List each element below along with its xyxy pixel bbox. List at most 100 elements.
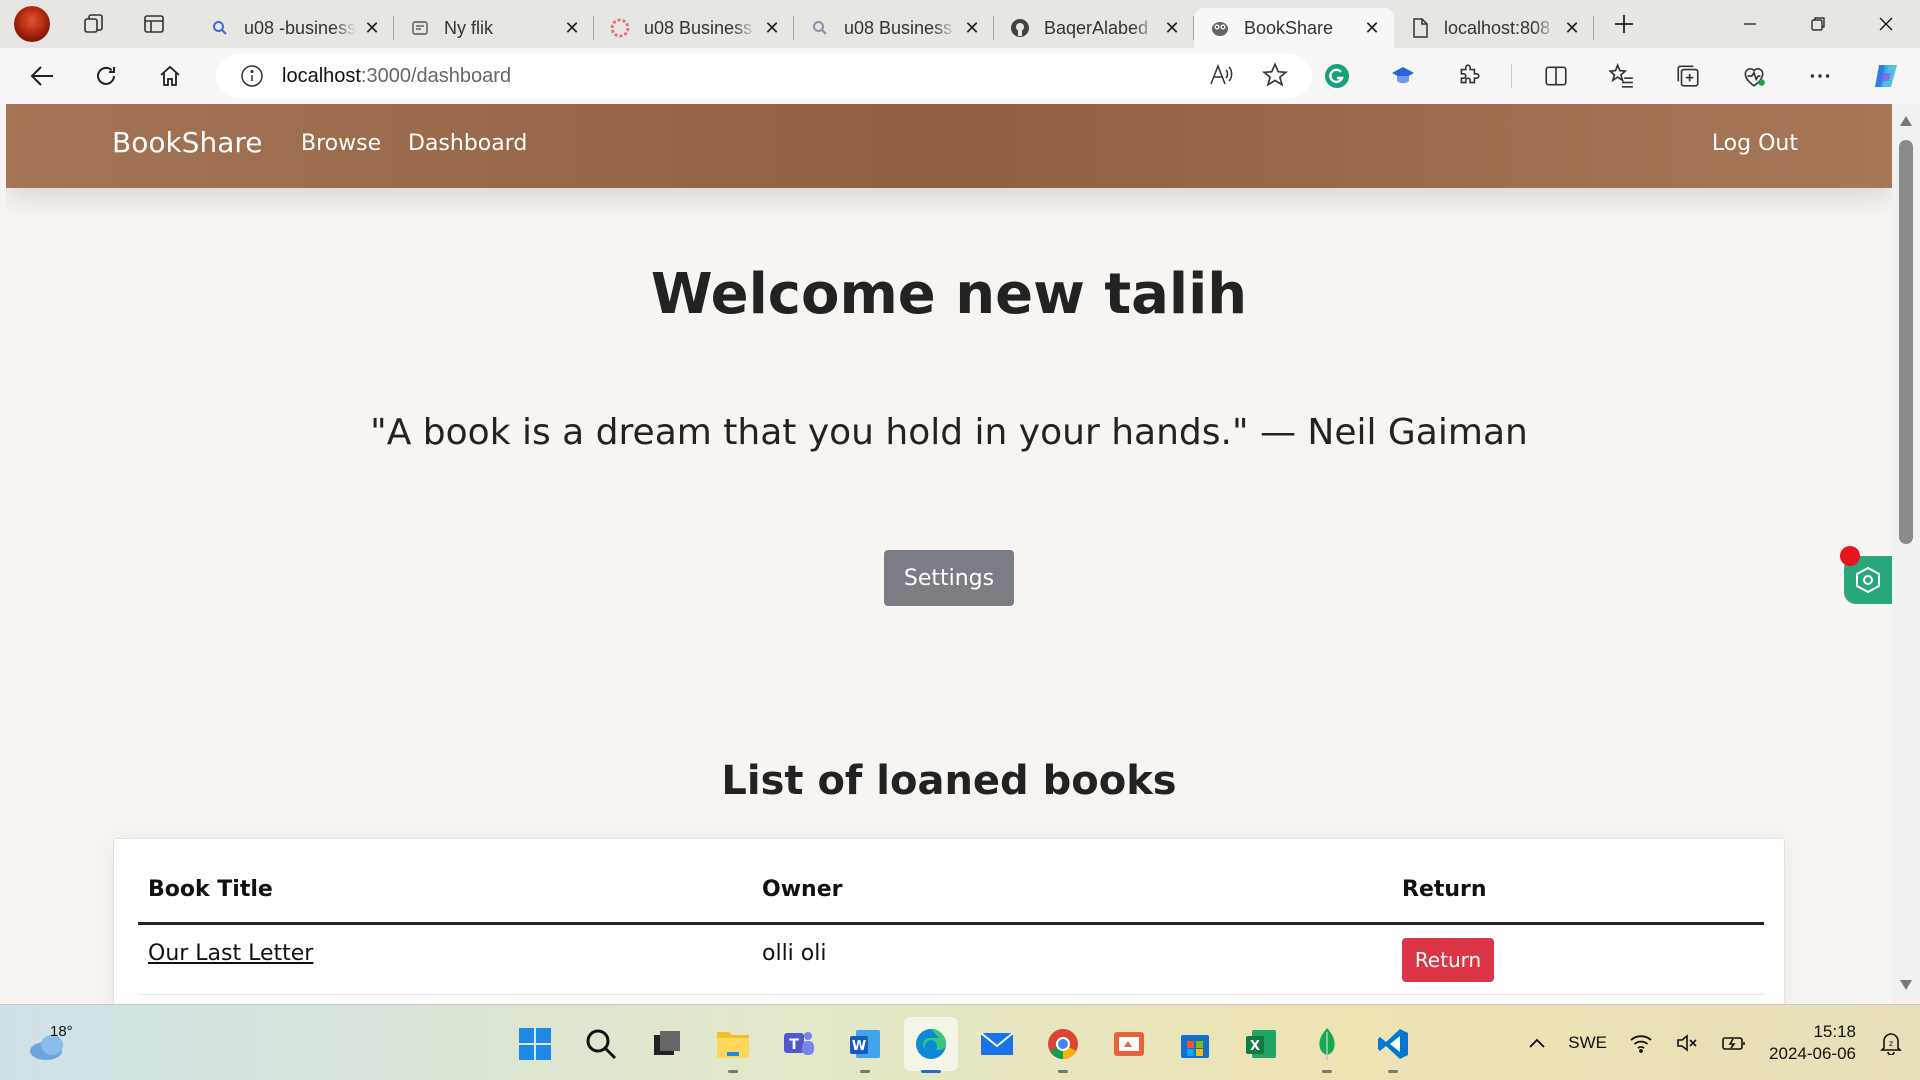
- svg-text:z: z: [1889, 1039, 1893, 1048]
- close-icon[interactable]: ✕: [1362, 18, 1382, 38]
- browser-tab-bar: u08 -business ✕ Ny flik ✕ u08 Business ✕…: [0, 0, 1920, 48]
- file-explorer-icon[interactable]: [706, 1017, 760, 1073]
- scroll-down-arrow-icon[interactable]: [1900, 980, 1912, 990]
- url-host: localhost: [282, 64, 361, 87]
- graduation-cap-icon[interactable]: [1381, 54, 1425, 98]
- mongodb-leaf-icon[interactable]: [1300, 1017, 1354, 1073]
- wifi-icon[interactable]: [1629, 1033, 1653, 1053]
- grammarly-icon[interactable]: [1315, 54, 1359, 98]
- word-icon[interactable]: W: [838, 1017, 892, 1073]
- mail-icon[interactable]: [970, 1017, 1024, 1071]
- notification-dot: [1840, 546, 1860, 566]
- collections-icon[interactable]: [1666, 54, 1710, 98]
- table-header: Book Title Owner Return: [138, 839, 1764, 925]
- close-icon[interactable]: ✕: [1562, 18, 1582, 38]
- input-language[interactable]: SWE: [1568, 1033, 1607, 1053]
- battery-charging-icon[interactable]: [1721, 1034, 1747, 1052]
- scrollbar-thumb[interactable]: [1899, 140, 1913, 544]
- site-header: BookShare Browse Dashboard Log Out: [6, 104, 1892, 188]
- search-icon: [810, 18, 830, 38]
- browser-tab-active[interactable]: BookShare ✕: [1194, 8, 1394, 48]
- close-icon[interactable]: ✕: [362, 18, 382, 38]
- chrome-icon[interactable]: [1036, 1017, 1090, 1073]
- profile-avatar[interactable]: [14, 6, 50, 42]
- new-tab-plus-icon[interactable]: [1604, 4, 1644, 44]
- floating-extension-widget[interactable]: [1840, 546, 1892, 604]
- back-arrow-icon[interactable]: [20, 54, 64, 98]
- notification-bell-icon[interactable]: z: [1880, 1031, 1902, 1055]
- extensions-puzzle-icon[interactable]: [1447, 54, 1491, 98]
- task-view-icon[interactable]: [640, 1017, 694, 1071]
- return-button[interactable]: Return: [1402, 938, 1494, 982]
- info-icon[interactable]: [240, 64, 264, 88]
- gear-logo-icon: [610, 18, 630, 38]
- column-header-return: Return: [1402, 877, 1487, 902]
- microsoft-store-icon[interactable]: [1168, 1017, 1222, 1071]
- browser-tab[interactable]: u08 -business ✕: [194, 8, 394, 48]
- page-viewport: BookShare Browse Dashboard Log Out Welco…: [6, 104, 1892, 1004]
- hexagon-icon: [1856, 566, 1880, 594]
- column-header-book-title: Book Title: [148, 877, 273, 902]
- copilot-icon[interactable]: [1864, 54, 1908, 98]
- clock-time: 15:18: [1813, 1022, 1856, 1041]
- new-tab-page-icon: [410, 18, 430, 38]
- browser-essentials-icon[interactable]: [1732, 54, 1776, 98]
- close-icon[interactable]: ✕: [762, 18, 782, 38]
- taskbar-apps: T W X: [508, 1017, 1432, 1073]
- close-icon[interactable]: ✕: [562, 18, 582, 38]
- search-icon[interactable]: [574, 1017, 628, 1071]
- document-icon: [1410, 18, 1430, 38]
- tab-title: u08 -business: [244, 17, 356, 38]
- page-scrollbar[interactable]: [1892, 104, 1920, 1004]
- scroll-up-arrow-icon[interactable]: [1900, 116, 1912, 126]
- home-icon[interactable]: [148, 54, 192, 98]
- vscode-icon[interactable]: [1366, 1017, 1420, 1073]
- favorite-star-icon[interactable]: [1262, 62, 1288, 93]
- browser-tab[interactable]: BaqerAlabed ✕: [994, 8, 1194, 48]
- loaned-books-table: Book Title Owner Return Our Last Letter …: [113, 838, 1785, 1004]
- svg-text:X: X: [1250, 1039, 1260, 1054]
- more-options-icon[interactable]: [1798, 54, 1842, 98]
- refresh-icon[interactable]: [84, 54, 128, 98]
- workspaces-icon[interactable]: [74, 4, 114, 44]
- window-close-icon[interactable]: [1852, 0, 1920, 48]
- read-aloud-icon[interactable]: [1208, 62, 1234, 93]
- nav-link-dashboard[interactable]: Dashboard: [408, 131, 527, 156]
- show-hidden-icons-chevron-icon[interactable]: [1528, 1037, 1546, 1049]
- url-path: :3000/dashboard: [360, 64, 512, 87]
- browser-tab[interactable]: u08 Business ✕: [794, 8, 994, 48]
- excel-icon[interactable]: X: [1234, 1017, 1288, 1071]
- address-bar[interactable]: localhost:3000/dashboard: [216, 54, 1312, 98]
- quote-text: "A book is a dream that you hold in your…: [370, 412, 1528, 453]
- nav-link-browse[interactable]: Browse: [301, 131, 381, 156]
- presentation-app-icon[interactable]: [1102, 1017, 1156, 1071]
- browser-tab[interactable]: u08 Business ✕: [594, 8, 794, 48]
- windows-start-icon[interactable]: [508, 1017, 562, 1071]
- owl-icon: [1210, 18, 1230, 38]
- svg-text:T: T: [789, 1037, 799, 1053]
- browser-tab[interactable]: localhost:808 ✕: [1394, 8, 1594, 48]
- toolbar-separator: [1511, 64, 1512, 88]
- loaned-books-heading: List of loaned books: [721, 758, 1177, 804]
- edge-icon[interactable]: [904, 1017, 958, 1073]
- brand-logo[interactable]: BookShare: [112, 126, 263, 159]
- browser-tab[interactable]: Ny flik ✕: [394, 8, 594, 48]
- book-title-link[interactable]: Our Last Letter: [148, 941, 313, 966]
- volume-muted-icon[interactable]: [1675, 1033, 1699, 1053]
- welcome-heading: Welcome new talih: [650, 262, 1248, 327]
- teams-icon[interactable]: T: [772, 1017, 826, 1071]
- vertical-tabs-icon[interactable]: [134, 4, 174, 44]
- close-icon[interactable]: ✕: [1162, 18, 1182, 38]
- restore-icon[interactable]: [1784, 0, 1852, 48]
- url-text[interactable]: localhost:3000/dashboard: [282, 65, 511, 88]
- logout-link[interactable]: Log Out: [1712, 131, 1798, 156]
- close-icon[interactable]: ✕: [962, 18, 982, 38]
- split-screen-icon[interactable]: [1534, 54, 1578, 98]
- column-header-owner: Owner: [762, 877, 843, 902]
- settings-button[interactable]: Settings: [884, 550, 1014, 606]
- favorites-list-icon[interactable]: [1600, 54, 1644, 98]
- svg-text:W: W: [852, 1039, 866, 1054]
- taskbar-clock[interactable]: 15:18 2024-06-06: [1769, 1021, 1856, 1065]
- minimize-icon[interactable]: [1716, 0, 1784, 48]
- tab-title: localhost:808: [1444, 17, 1551, 38]
